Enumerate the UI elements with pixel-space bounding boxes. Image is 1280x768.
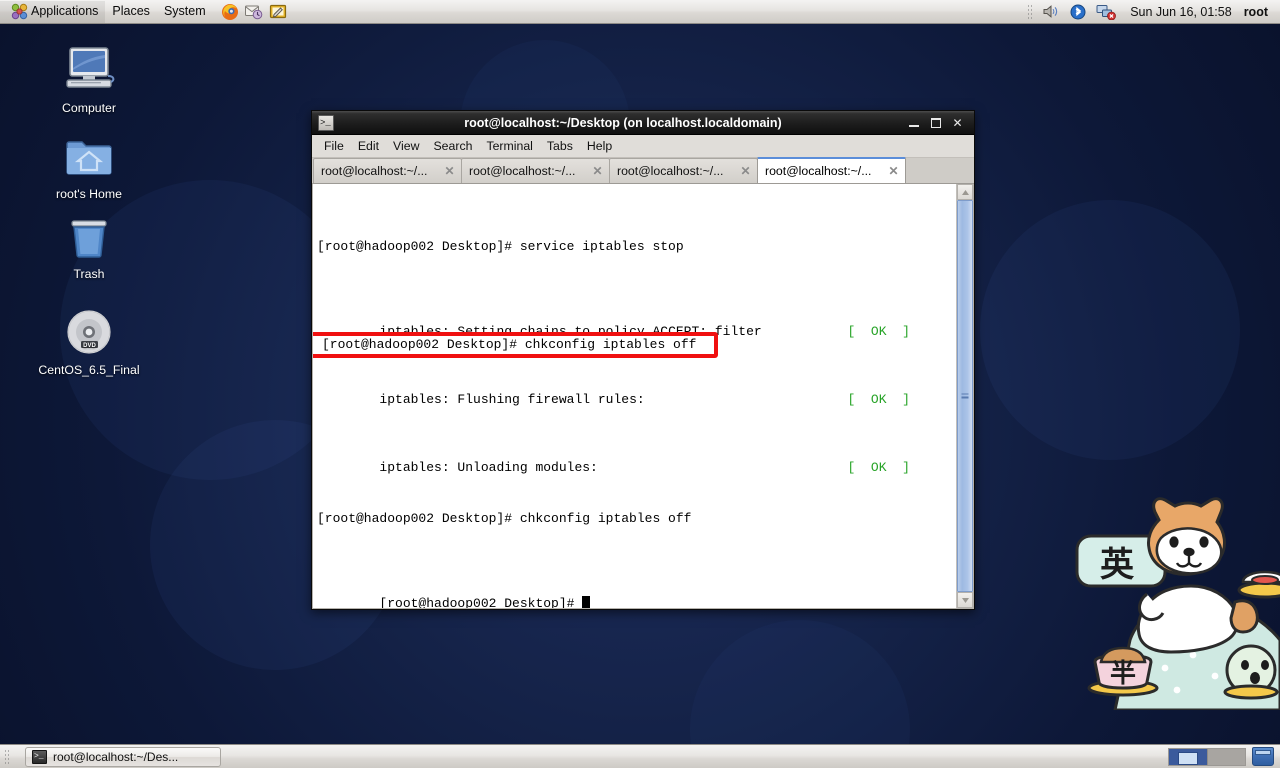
tab-close-icon[interactable]: ✕ bbox=[590, 164, 605, 178]
terminal-line: [root@hadoop002 Desktop]# service iptabl… bbox=[317, 238, 956, 255]
desktop-icon-computer[interactable]: Computer bbox=[34, 42, 144, 116]
terminal-icon bbox=[32, 749, 47, 764]
menu-file[interactable]: File bbox=[317, 137, 351, 155]
terminal-tabbar: root@localhost:~/... ✕ root@localhost:~/… bbox=[312, 157, 974, 184]
system-menu[interactable]: System bbox=[157, 1, 213, 23]
tab-label: root@localhost:~/... bbox=[617, 164, 724, 178]
menu-search[interactable]: Search bbox=[426, 137, 479, 155]
terminal-line-text: [root@hadoop002 Desktop]# chkconfig ipta… bbox=[317, 511, 692, 526]
bottom-panel-right bbox=[1168, 747, 1280, 766]
terminal-line: iptables: Flushing firewall rules: [ OK … bbox=[317, 374, 956, 407]
terminal-tab-4-active[interactable]: root@localhost:~/... ✕ bbox=[757, 157, 906, 183]
terminal-prompt: [root@hadoop002 Desktop]# bbox=[379, 596, 583, 608]
terminal-tab-3[interactable]: root@localhost:~/... ✕ bbox=[609, 158, 758, 183]
terminal-status-ok: [ OK ] bbox=[847, 460, 910, 475]
applications-menu-label: Applications bbox=[31, 4, 99, 18]
terminal-tab-2[interactable]: root@localhost:~/... ✕ bbox=[461, 158, 610, 183]
tab-close-icon[interactable]: ✕ bbox=[886, 164, 901, 178]
annotation-highlighted-text: [root@hadoop002 Desktop]# chkconfig ipta… bbox=[322, 337, 697, 352]
clock[interactable]: Sun Jun 16, 01:58 bbox=[1122, 5, 1239, 19]
scrollbar-up-button[interactable] bbox=[957, 184, 973, 200]
terminal-body: [root@hadoop002 Desktop]# service iptabl… bbox=[312, 184, 974, 609]
terminal-menubar: File Edit View Search Terminal Tabs Help bbox=[312, 135, 974, 158]
user-menu[interactable]: root bbox=[1244, 5, 1272, 19]
system-menu-label: System bbox=[163, 4, 206, 18]
places-menu[interactable]: Places bbox=[105, 1, 157, 23]
panel-menu-group: Applications Places System bbox=[0, 0, 290, 24]
maximize-button[interactable] bbox=[931, 117, 941, 128]
desktop-icon-label: Trash bbox=[73, 267, 105, 281]
trash-applet-icon[interactable] bbox=[1252, 747, 1274, 766]
terminal-tab-1[interactable]: root@localhost:~/... ✕ bbox=[313, 158, 462, 183]
menu-help[interactable]: Help bbox=[580, 137, 619, 155]
scrollbar-track[interactable] bbox=[957, 200, 973, 592]
scrollbar-grip bbox=[961, 393, 969, 399]
terminal-line: [root@hadoop002 Desktop]# chkconfig ipta… bbox=[317, 510, 956, 527]
tab-close-icon[interactable]: ✕ bbox=[442, 164, 457, 178]
terminal-line-text: iptables: Unloading modules: bbox=[379, 460, 598, 475]
text-editor-icon[interactable] bbox=[267, 2, 289, 22]
svg-text:DVD: DVD bbox=[83, 343, 96, 349]
top-panel: Applications Places System Sun Jun 16, 0… bbox=[0, 0, 1280, 24]
terminal-titlebar[interactable]: root@localhost:~/Desktop (on localhost.l… bbox=[312, 111, 974, 135]
taskbar-window-button[interactable]: root@localhost:~/Des... bbox=[25, 746, 221, 767]
taskbar-window-label: root@localhost:~/Des... bbox=[53, 749, 179, 764]
menu-terminal[interactable]: Terminal bbox=[479, 137, 539, 155]
workspace-1[interactable] bbox=[1169, 748, 1207, 765]
volume-icon[interactable] bbox=[1039, 2, 1061, 22]
tab-close-icon[interactable]: ✕ bbox=[738, 164, 753, 178]
firefox-icon[interactable] bbox=[219, 2, 241, 22]
terminal-line-text: [root@hadoop002 Desktop]# service iptabl… bbox=[317, 239, 684, 254]
home-folder-icon bbox=[34, 128, 144, 180]
network-disconnected-icon[interactable] bbox=[1095, 2, 1117, 22]
trash-icon bbox=[34, 208, 144, 260]
terminal-cursor bbox=[582, 596, 591, 608]
window-controls: ✕ bbox=[908, 117, 970, 129]
desktop-icon-dvd[interactable]: DVD CentOS_6.5_Final bbox=[34, 304, 144, 378]
terminal-status-ok: [ OK ] bbox=[847, 324, 910, 339]
bottom-panel: root@localhost:~/Des... bbox=[0, 744, 1280, 768]
terminal-screen[interactable]: [root@hadoop002 Desktop]# service iptabl… bbox=[313, 184, 956, 608]
email-icon[interactable] bbox=[243, 2, 265, 22]
desktop-icon-trash[interactable]: Trash bbox=[34, 208, 144, 282]
window-title: root@localhost:~/Desktop (on localhost.l… bbox=[464, 115, 782, 130]
dvd-disc-icon: DVD bbox=[34, 304, 144, 356]
terminal-scrollbar[interactable] bbox=[956, 184, 973, 608]
close-button[interactable]: ✕ bbox=[951, 117, 964, 129]
tab-label: root@localhost:~/... bbox=[469, 164, 576, 178]
desktop-icon-label: Computer bbox=[62, 101, 116, 115]
desktop-icon-label: CentOS_6.5_Final bbox=[38, 363, 140, 377]
panel-grip[interactable] bbox=[4, 748, 11, 765]
menu-edit[interactable]: Edit bbox=[351, 137, 386, 155]
scrollbar-thumb[interactable] bbox=[957, 200, 973, 592]
terminal-status-ok: [ OK ] bbox=[847, 392, 910, 407]
panel-tray-group: Sun Jun 16, 01:58 root bbox=[1027, 0, 1280, 24]
menu-tabs[interactable]: Tabs bbox=[540, 137, 580, 155]
panel-grip[interactable] bbox=[1027, 3, 1035, 20]
bluetooth-icon[interactable] bbox=[1067, 2, 1089, 22]
terminal-window[interactable]: root@localhost:~/Desktop (on localhost.l… bbox=[311, 110, 975, 610]
terminal-line-current: [root@hadoop002 Desktop]# bbox=[317, 578, 956, 608]
workspace-window-preview bbox=[1178, 751, 1198, 765]
tab-label: root@localhost:~/... bbox=[765, 164, 872, 178]
terminal-line-text: iptables: Flushing firewall rules: bbox=[379, 392, 645, 407]
desktop-icon-label: root's Home bbox=[56, 187, 122, 201]
workspace-2[interactable] bbox=[1207, 748, 1245, 765]
scrollbar-down-button[interactable] bbox=[957, 592, 973, 608]
desktop-icon-home[interactable]: root's Home bbox=[34, 128, 144, 202]
terminal-line: iptables: Unloading modules: [ OK ] bbox=[317, 442, 956, 475]
terminal-line: iptables: Setting chains to policy ACCEP… bbox=[317, 306, 956, 339]
tab-label: root@localhost:~/... bbox=[321, 164, 428, 178]
applications-icon bbox=[8, 1, 30, 21]
wallpaper-bubble bbox=[980, 200, 1240, 460]
workspace-switcher[interactable] bbox=[1168, 747, 1246, 766]
applications-menu[interactable]: Applications bbox=[0, 0, 106, 23]
menu-view[interactable]: View bbox=[386, 137, 426, 155]
places-menu-label: Places bbox=[112, 4, 150, 18]
computer-icon bbox=[34, 42, 144, 94]
minimize-button[interactable] bbox=[908, 117, 921, 129]
terminal-icon bbox=[318, 114, 334, 131]
